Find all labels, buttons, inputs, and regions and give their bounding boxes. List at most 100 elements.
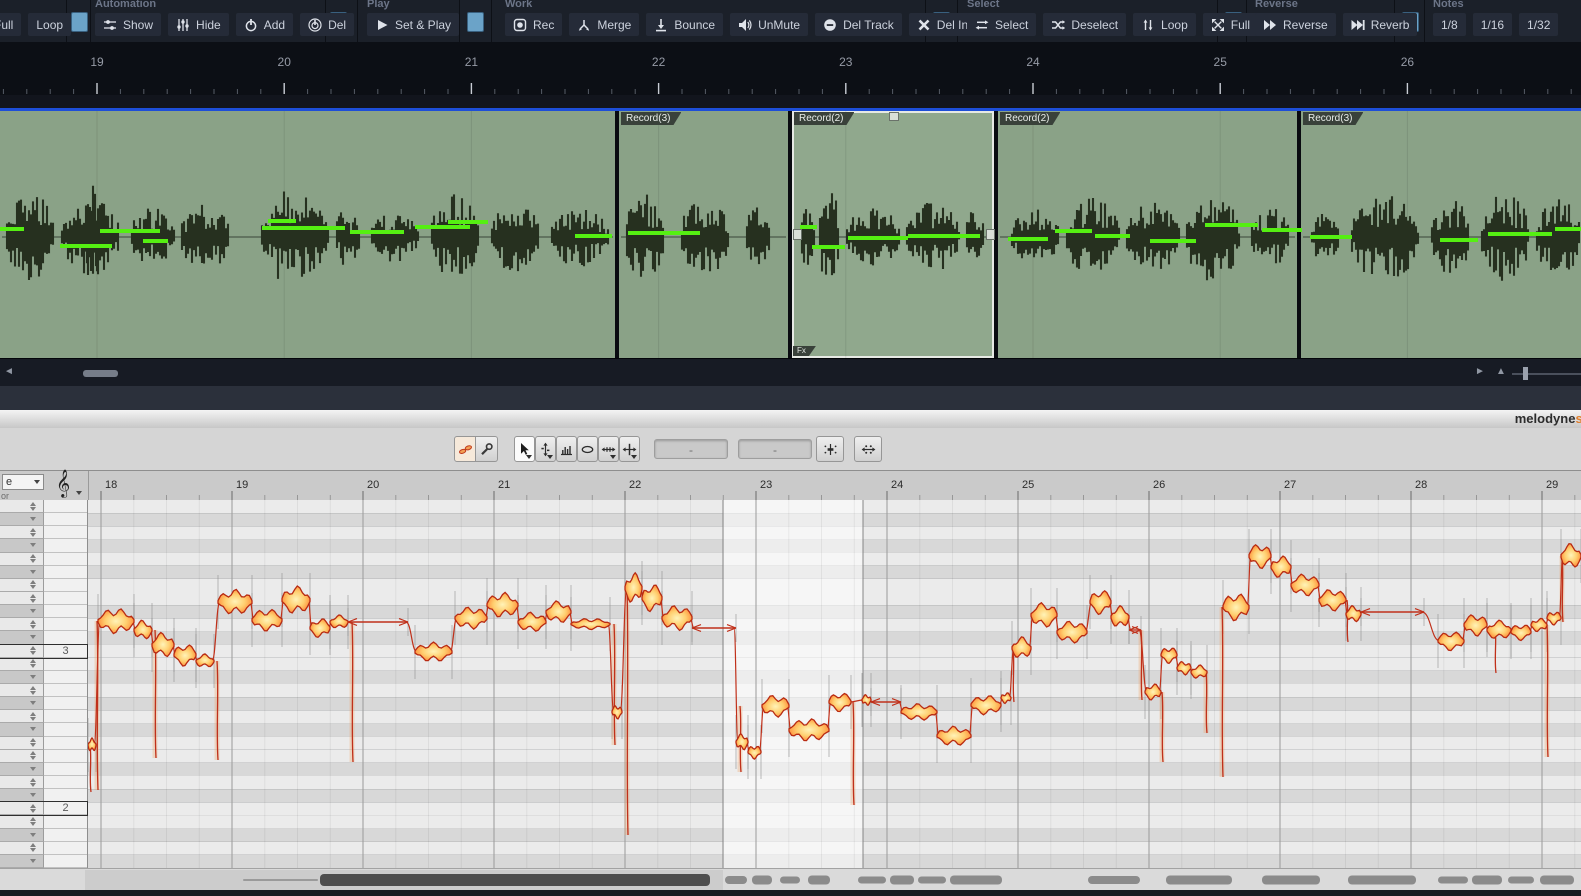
audio-clip[interactable] [998, 111, 1297, 358]
pitch-row[interactable] [0, 500, 87, 513]
set-play-button[interactable]: Set & Play [367, 13, 459, 36]
pitch-row-c3[interactable]: 3 [0, 645, 87, 658]
pitch-row[interactable] [0, 526, 87, 539]
clip-right-handle[interactable] [986, 229, 995, 240]
pitch-row[interactable] [0, 815, 87, 828]
time-handle-tool-button[interactable] [619, 436, 640, 462]
clip-name-flag[interactable]: Record(2) [1000, 112, 1060, 125]
unmute-button[interactable]: UnMute [730, 13, 808, 36]
pitch-row-spinner[interactable] [30, 580, 36, 589]
del-button[interactable]: Del [300, 13, 354, 36]
time-value-field[interactable]: - [738, 439, 812, 459]
1-32-button[interactable]: 1/32 [1519, 13, 1558, 36]
pitch-row[interactable] [0, 605, 87, 618]
pitch-row-c2[interactable]: 2 [0, 802, 87, 815]
scroll-right-arrow-icon[interactable]: ► [1475, 366, 1485, 377]
melodyne-overview-strip[interactable] [0, 868, 1581, 890]
pitch-row[interactable] [0, 697, 87, 710]
melodyne-note-editor[interactable] [88, 500, 1581, 868]
arrange-scrollbar[interactable]: ◄ ► ▲ [0, 358, 1581, 387]
pitch-row[interactable] [0, 842, 87, 855]
pitch-row-spinner[interactable] [30, 843, 36, 852]
clip-name-flag[interactable]: Record(3) [621, 112, 681, 125]
pitch-row-spinner[interactable] [30, 620, 36, 629]
hide-button[interactable]: Hide [168, 13, 229, 36]
scroll-left-arrow-icon[interactable]: ◄ [4, 366, 14, 377]
pitch-row-spinner[interactable] [30, 701, 36, 705]
full-button[interactable]: Full [0, 13, 21, 36]
pitch-row[interactable] [0, 631, 87, 644]
macro-color-button[interactable] [467, 12, 484, 32]
pitch-row-spinner[interactable] [30, 675, 36, 679]
zoom-up-arrow-icon[interactable]: ▲ [1496, 366, 1506, 377]
pitch-row-spinner[interactable] [30, 751, 36, 760]
pitch-row-spinner[interactable] [30, 738, 36, 747]
pitch-row[interactable] [0, 553, 87, 566]
arrange-clip-lane[interactable]: Record(3)Record(2)FxRecord(2)Record(3) [0, 111, 1581, 358]
pitch-row[interactable] [0, 855, 87, 868]
pitch-row[interactable] [0, 789, 87, 802]
pitch-row[interactable] [0, 829, 87, 842]
pitch-row[interactable] [0, 592, 87, 605]
pitch-value-field[interactable]: - [654, 439, 728, 459]
clip-top-handle[interactable] [889, 112, 899, 121]
del-track-button[interactable]: Del Track [815, 13, 902, 36]
clip-name-flag[interactable]: Record(2) [794, 112, 854, 125]
macro-color-button[interactable] [71, 12, 88, 32]
zoom-slider-thumb[interactable] [1523, 367, 1528, 380]
pitch-row-spinner[interactable] [30, 554, 36, 563]
reverb-button[interactable]: Reverb [1343, 13, 1418, 36]
pitch-row-spinner[interactable] [30, 778, 36, 787]
arrange-timeline-ruler[interactable]: 1920212223242526 [0, 42, 1581, 96]
pitch-row-spinner[interactable] [30, 767, 36, 771]
pitch-row-spinner[interactable] [30, 727, 36, 731]
pitch-row-spinner[interactable] [30, 817, 36, 826]
pitch-row-spinner[interactable] [30, 804, 36, 813]
formant-tool-button[interactable] [556, 436, 577, 462]
pitch-row-spinner[interactable] [30, 646, 36, 655]
pitch-row-spinner[interactable] [30, 793, 36, 797]
deselect-button[interactable]: Deselect [1043, 13, 1126, 36]
pitch-row[interactable] [0, 710, 87, 723]
pitch-row-spinner[interactable] [30, 528, 36, 537]
pitch-row[interactable] [0, 658, 87, 671]
reverse-button[interactable]: Reverse [1255, 13, 1336, 36]
pitch-row-spinner[interactable] [30, 570, 36, 574]
audio-clip[interactable] [0, 111, 615, 358]
pitch-row-spinner[interactable] [30, 594, 36, 603]
audio-clip-selected[interactable] [792, 111, 994, 358]
clip-left-handle[interactable] [793, 229, 802, 240]
select-button[interactable]: Select [967, 13, 1036, 36]
full-button[interactable]: Full [1203, 13, 1258, 36]
pitch-row-spinner[interactable] [30, 686, 36, 695]
1-8-button[interactable]: 1/8 [1433, 13, 1466, 36]
amplitude-tool-button[interactable] [577, 436, 598, 462]
clip-name-flag[interactable]: Record(3) [1303, 112, 1363, 125]
loop-button[interactable]: Loop [1133, 13, 1196, 36]
pitch-tool-button[interactable] [535, 436, 556, 462]
pitch-row[interactable] [0, 750, 87, 763]
pitch-row[interactable] [0, 684, 87, 697]
melodyne-pitch-sidebar[interactable]: 32 [0, 500, 88, 868]
audio-clip[interactable] [1301, 111, 1581, 358]
pitch-row-spinner[interactable] [30, 635, 36, 639]
pitch-row-spinner[interactable] [30, 659, 36, 668]
vibrato-fader-button[interactable] [816, 436, 844, 462]
pitch-row-spinner[interactable] [30, 543, 36, 547]
add-button[interactable]: Add [236, 13, 293, 36]
scrollbar-thumb[interactable] [83, 370, 118, 377]
main-tool-button[interactable] [514, 436, 535, 462]
pitch-row[interactable] [0, 723, 87, 736]
audio-clip[interactable] [619, 111, 788, 358]
pitch-row[interactable] [0, 776, 87, 789]
note-spread-button[interactable] [854, 436, 882, 462]
pitch-row[interactable] [0, 737, 87, 750]
1-16-button[interactable]: 1/16 [1473, 13, 1512, 36]
loop-button[interactable]: Loop [28, 13, 71, 36]
melodyne-timeline-ruler[interactable]: e or 𝄞 181920212223242526272829 [0, 470, 1581, 501]
pitch-row[interactable] [0, 579, 87, 592]
bounce-button[interactable]: Bounce [646, 13, 723, 36]
pitch-row-spinner[interactable] [30, 502, 36, 511]
pitch-row[interactable] [0, 566, 87, 579]
note-assignment-mode-button[interactable] [454, 436, 476, 462]
